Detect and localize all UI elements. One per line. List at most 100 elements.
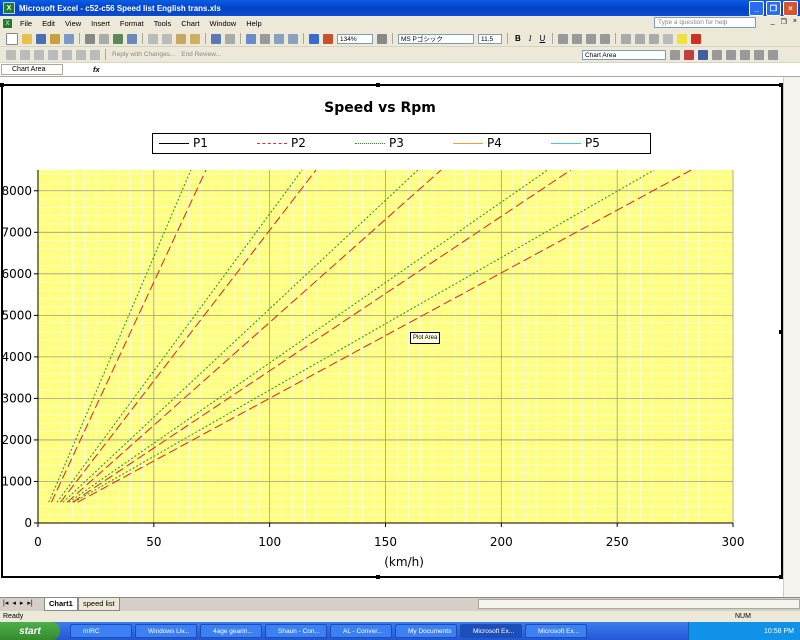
open-icon[interactable]: [22, 33, 32, 44]
undo-icon[interactable]: [211, 33, 221, 44]
start-button[interactable]: start: [0, 622, 60, 640]
font-name-select[interactable]: MS Pゴシック: [398, 33, 474, 44]
taskbar-item[interactable]: 4age gearin...: [200, 624, 262, 638]
menu-window[interactable]: Window: [205, 19, 242, 28]
next-sheet-button[interactable]: ▸: [20, 599, 24, 607]
doc-close-button[interactable]: ×: [793, 18, 797, 26]
research-icon[interactable]: [127, 33, 137, 44]
currency-icon[interactable]: [621, 33, 632, 44]
zoom-select[interactable]: 134%: [337, 33, 373, 44]
fx-label[interactable]: fx: [93, 65, 100, 74]
window-title-bar[interactable]: X Microsoft Excel - c52-c56 Speed list E…: [0, 0, 800, 16]
sort-descending-icon[interactable]: [288, 33, 298, 44]
align-center-icon[interactable]: [572, 33, 583, 44]
chart-wizard-icon[interactable]: [309, 33, 319, 44]
legend-icon[interactable]: [698, 49, 708, 60]
review-icon-4[interactable]: [48, 49, 58, 60]
resize-handle-tl[interactable]: [0, 83, 4, 87]
copy-icon[interactable]: [162, 33, 172, 44]
angle-text-down-icon[interactable]: [754, 49, 764, 60]
email-icon[interactable]: [64, 33, 74, 44]
minimize-button[interactable]: _: [749, 1, 764, 16]
autosum-icon[interactable]: [260, 33, 270, 44]
review-icon-2[interactable]: [20, 49, 30, 60]
first-sheet-button[interactable]: |◂: [3, 599, 8, 607]
end-review-button[interactable]: End Review...: [181, 51, 221, 58]
merge-center-icon[interactable]: [600, 33, 611, 44]
borders-icon[interactable]: [663, 33, 674, 44]
doc-minimize-button[interactable]: _: [771, 18, 775, 26]
chart-title[interactable]: Speed vs Rpm: [0, 100, 760, 116]
chart-area[interactable]: [1, 84, 783, 578]
paste-icon[interactable]: [176, 33, 186, 44]
resize-handle-b[interactable]: [376, 575, 380, 579]
maximize-button[interactable]: ❐: [766, 1, 781, 16]
close-button[interactable]: ×: [783, 1, 798, 16]
taskbar-item[interactable]: My Documents: [395, 624, 457, 638]
review-icon-6[interactable]: [76, 49, 86, 60]
clock[interactable]: 10:58 PM: [764, 628, 794, 635]
review-icon-1[interactable]: [6, 49, 16, 60]
by-row-icon[interactable]: [726, 49, 736, 60]
document-icon[interactable]: X: [3, 19, 12, 28]
taskbar-item[interactable]: mIRC: [70, 624, 132, 638]
taskbar-item[interactable]: Shaun - Con...: [265, 624, 327, 638]
last-sheet-button[interactable]: ▸|: [27, 599, 32, 607]
fill-color-icon[interactable]: [677, 33, 688, 44]
chart-type-icon[interactable]: [684, 49, 694, 60]
sheet-tab-chart1[interactable]: Chart1: [44, 598, 78, 611]
menu-edit[interactable]: Edit: [37, 19, 60, 28]
menu-tools[interactable]: Tools: [149, 19, 177, 28]
help-icon[interactable]: [377, 33, 387, 44]
indent-icon[interactable]: [649, 33, 660, 44]
chart-legend[interactable]: P1 P2 P3 P4 P5: [152, 133, 651, 154]
percent-icon[interactable]: [635, 33, 646, 44]
italic-button[interactable]: I: [529, 34, 532, 43]
font-color-icon[interactable]: [691, 33, 702, 44]
bold-button[interactable]: B: [515, 34, 521, 43]
review-icon-3[interactable]: [34, 49, 44, 60]
sort-ascending-icon[interactable]: [274, 33, 284, 44]
menu-view[interactable]: View: [60, 19, 86, 28]
menu-format[interactable]: Format: [115, 19, 149, 28]
spelling-icon[interactable]: [113, 33, 123, 44]
data-table-icon[interactable]: [712, 49, 722, 60]
hyperlink-icon[interactable]: [246, 33, 256, 44]
sheet-tab-speed-list[interactable]: speed list: [78, 598, 120, 611]
prev-sheet-button[interactable]: ◂: [12, 599, 16, 607]
save-icon[interactable]: [36, 33, 46, 44]
cut-icon[interactable]: [148, 33, 158, 44]
font-size-select[interactable]: 11.5: [478, 33, 502, 44]
format-chart-area-icon[interactable]: [670, 49, 680, 60]
menu-chart[interactable]: Chart: [176, 19, 204, 28]
help-search-input[interactable]: Type a question for help: [654, 17, 756, 28]
align-right-icon[interactable]: [586, 33, 597, 44]
align-left-icon[interactable]: [558, 33, 569, 44]
angle-text-up-icon[interactable]: [768, 49, 778, 60]
by-column-icon[interactable]: [740, 49, 750, 60]
doc-restore-button[interactable]: ❐: [781, 18, 787, 26]
chart-objects-select[interactable]: Chart Area: [582, 49, 666, 60]
taskbar-item[interactable]: Microsoft Ex...: [525, 624, 587, 638]
permission-icon[interactable]: [50, 33, 60, 44]
new-icon[interactable]: [6, 32, 18, 45]
menu-insert[interactable]: Insert: [86, 19, 115, 28]
menu-help[interactable]: Help: [241, 19, 266, 28]
review-icon-7[interactable]: [90, 49, 100, 60]
print-preview-icon[interactable]: [99, 33, 109, 44]
print-icon[interactable]: [85, 33, 95, 44]
vertical-scrollbar[interactable]: [783, 77, 800, 597]
redo-icon[interactable]: [225, 33, 235, 44]
drawing-icon[interactable]: [323, 33, 333, 44]
taskbar-item[interactable]: Microsoft Ex...: [460, 624, 522, 638]
name-box[interactable]: Chart Area: [1, 64, 63, 75]
underline-button[interactable]: U: [539, 34, 545, 43]
menu-file[interactable]: File: [15, 19, 37, 28]
review-icon-5[interactable]: [62, 49, 72, 60]
taskbar-item[interactable]: AL - Conver...: [330, 624, 392, 638]
format-painter-icon[interactable]: [190, 33, 200, 44]
horizontal-scrollbar[interactable]: [478, 599, 800, 609]
taskbar-item[interactable]: Windows Liv...: [135, 624, 197, 638]
reply-with-changes-button[interactable]: Reply with Changes...: [112, 51, 175, 58]
resize-handle-t[interactable]: [376, 83, 380, 87]
